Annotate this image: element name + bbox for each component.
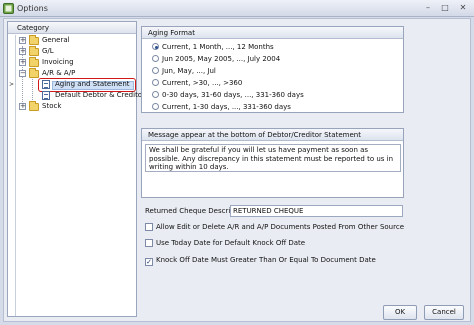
radio-label: Jun 2005, May 2005, ..., July 2004: [162, 55, 281, 63]
radio-label: Current, 1 Month, ..., 12 Months: [162, 43, 274, 51]
cancel-button[interactable]: Cancel: [424, 305, 464, 320]
row-indicator: [8, 101, 16, 112]
statement-message-group: Message appear at the bottom of Debtor/C…: [141, 128, 404, 198]
radio-label: Current, 1-30 days, ..., 331-360 days: [162, 103, 291, 111]
radio-label: Jun, May, ..., Jul: [162, 67, 216, 75]
row-indicator: [8, 68, 16, 79]
tree-item-label: General: [42, 36, 70, 44]
ok-button[interactable]: OK: [383, 305, 417, 320]
aging-option-greater-than[interactable]: Current, >30, ..., >360: [152, 78, 242, 89]
checkbox-label: Knock Off Date Must Greater Than Or Equa…: [156, 256, 376, 264]
statement-message-textarea[interactable]: We shall be grateful if you will let us …: [145, 144, 401, 172]
document-icon: [42, 80, 50, 89]
expand-icon[interactable]: +: [19, 59, 26, 66]
radio-icon[interactable]: [152, 79, 159, 86]
indicator-column: [8, 112, 16, 316]
aging-option-current-day-ranges[interactable]: Current, 1-30 days, ..., 331-360 days: [152, 102, 291, 113]
radio-icon[interactable]: [152, 103, 159, 110]
checkbox-checked-icon[interactable]: ✓: [145, 258, 153, 266]
radio-icon[interactable]: [152, 67, 159, 74]
tree-item-label: G/L: [42, 47, 54, 55]
tree-item-label: Invoicing: [42, 58, 74, 66]
window-title: Options: [17, 4, 48, 13]
folder-open-icon: [29, 68, 39, 78]
row-indicator: [8, 46, 16, 57]
expand-icon[interactable]: +: [19, 48, 26, 55]
tree-item-label: Stock: [42, 102, 62, 110]
use-today-date-option[interactable]: Use Today Date for Default Knock Off Dat…: [145, 239, 305, 247]
minimize-icon[interactable]: –: [420, 2, 436, 14]
row-indicator: [8, 57, 16, 68]
radio-icon[interactable]: [152, 91, 159, 98]
checkbox-label: Use Today Date for Default Knock Off Dat…: [156, 239, 306, 247]
folder-icon: [29, 35, 39, 45]
expand-icon[interactable]: +: [19, 37, 26, 44]
aging-format-title: Aging Format: [142, 27, 403, 39]
checkbox-unchecked-icon[interactable]: [145, 223, 153, 231]
options-app-icon: [3, 3, 14, 14]
checkbox-unchecked-icon[interactable]: [145, 239, 153, 247]
expand-icon[interactable]: +: [19, 103, 26, 110]
tree-item-default-debtor-creditor[interactable]: Default Debtor & Creditor: [8, 90, 145, 101]
folder-icon: [29, 101, 39, 111]
radio-icon[interactable]: [152, 55, 159, 62]
folder-icon: [29, 57, 39, 67]
options-dialog-body: Category + General + G/L + Invoicing − A…: [3, 18, 471, 322]
aging-format-group: Aging Format Current, 1 Month, ..., 12 M…: [141, 26, 404, 113]
tree-item-aging-and-statement[interactable]: > Aging and Statement: [8, 79, 136, 90]
tree-item-stock[interactable]: + Stock: [8, 101, 136, 112]
checkbox-label: Allow Edit or Delete A/R and A/P Documen…: [156, 223, 404, 231]
tree-item-general[interactable]: + General: [8, 35, 136, 46]
radio-selected-icon[interactable]: [152, 43, 159, 50]
radio-label: Current, >30, ..., >360: [162, 79, 243, 87]
returned-cheque-input[interactable]: RETURNED CHEQUE: [230, 205, 403, 217]
knock-off-date-option[interactable]: ✓ Knock Off Date Must Greater Than Or Equ…: [145, 256, 376, 266]
tree-item-label: Default Debtor & Creditor: [55, 91, 145, 99]
maximize-icon[interactable]: □: [437, 2, 453, 14]
statement-message-title: Message appear at the bottom of Debtor/C…: [142, 129, 403, 141]
allow-edit-delete-option[interactable]: Allow Edit or Delete A/R and A/P Documen…: [145, 223, 404, 231]
document-icon: [42, 91, 50, 100]
folder-icon: [29, 46, 39, 56]
current-row-arrow-icon: >: [9, 81, 15, 88]
tree-item-label: Aging and Statement: [55, 80, 130, 88]
category-header: Category: [8, 22, 136, 34]
radio-label: 0-30 days, 31-60 days, ..., 331-360 days: [162, 91, 304, 99]
row-indicator: [8, 90, 16, 101]
close-icon[interactable]: ✕: [455, 2, 471, 14]
aging-option-month-year[interactable]: Jun 2005, May 2005, ..., July 2004: [152, 54, 280, 65]
aging-option-day-ranges[interactable]: 0-30 days, 31-60 days, ..., 331-360 days: [152, 90, 304, 101]
aging-option-months[interactable]: Current, 1 Month, ..., 12 Months: [152, 42, 274, 53]
category-tree[interactable]: Category + General + G/L + Invoicing − A…: [7, 21, 145, 317]
title-bar: Options – □ ✕: [0, 0, 474, 17]
aging-option-month-names[interactable]: Jun, May, ..., Jul: [152, 66, 216, 77]
tree-item-invoicing[interactable]: + Invoicing: [8, 57, 136, 68]
row-indicator: [8, 35, 16, 46]
tree-item-gl[interactable]: + G/L: [8, 46, 136, 57]
collapse-icon[interactable]: −: [19, 70, 26, 77]
